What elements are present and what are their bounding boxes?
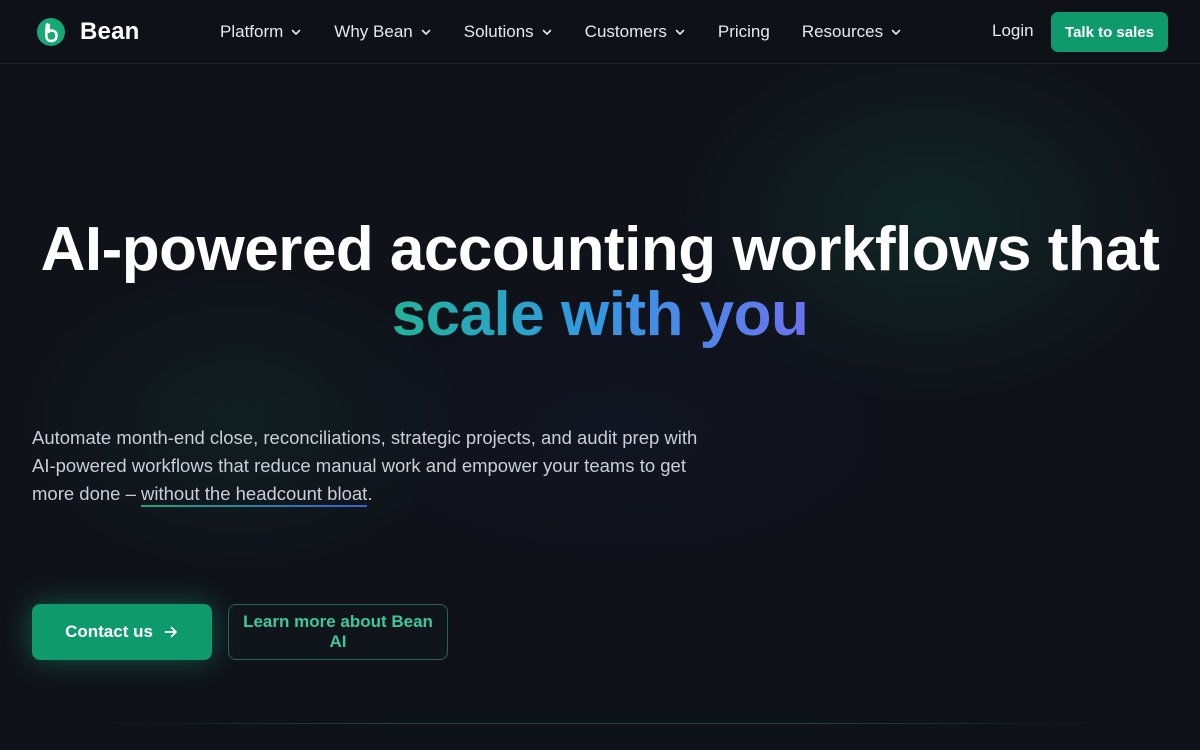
- nav-item-resources[interactable]: Resources: [802, 22, 902, 42]
- nav-item-label: Pricing: [717, 22, 770, 41]
- contact-us-label: Contact us: [65, 622, 153, 641]
- nav-item-label: Solutions: [463, 22, 534, 41]
- login-link[interactable]: Login: [992, 21, 1034, 41]
- nav-item-customers[interactable]: Customers: [585, 22, 686, 42]
- nav-item-label: Resources: [801, 22, 884, 41]
- nav-item-solutions[interactable]: Solutions: [464, 22, 553, 42]
- chevron-down-icon: [675, 29, 685, 35]
- logo-text: Bean: [80, 18, 140, 45]
- main-nav: Platform Why Bean Solutions Customers Pr…: [220, 0, 934, 64]
- hero-subcopy: Automate month-end close, reconciliation…: [32, 424, 712, 508]
- chevron-down-icon: [891, 29, 901, 35]
- arrow-right-icon: [164, 626, 177, 638]
- section-divider: [90, 723, 1110, 724]
- subcopy-end: .: [367, 483, 373, 504]
- chevron-down-icon: [542, 29, 551, 35]
- chevron-down-icon: [421, 29, 431, 35]
- bean-logo-icon: [37, 18, 65, 46]
- nav-item-label: Customers: [584, 22, 667, 41]
- page: Bean Platform Why Bean Solutions Custome…: [0, 0, 1200, 750]
- chevron-down-icon: [291, 29, 301, 35]
- nav-item-why-bean[interactable]: Why Bean: [334, 22, 431, 42]
- learn-more-bean-ai-button[interactable]: Learn more about Bean AI: [228, 604, 448, 660]
- logo[interactable]: Bean: [36, 16, 140, 48]
- nav-item-pricing[interactable]: Pricing: [718, 22, 770, 42]
- contact-us-button[interactable]: Contact us: [32, 604, 212, 660]
- hero-headline: AI-powered accounting workflows that: [40, 215, 1160, 284]
- site-header: Bean Platform Why Bean Solutions Custome…: [0, 0, 1200, 64]
- headline-accent-text: scale with you: [391, 280, 809, 349]
- nav-item-label: Platform: [220, 22, 284, 41]
- nav-item-platform[interactable]: Platform: [220, 22, 302, 42]
- headcount-bloat-link[interactable]: without the headcount bloat: [141, 483, 368, 507]
- nav-item-label: Why Bean: [334, 22, 413, 41]
- talk-to-sales-button[interactable]: Talk to sales: [1051, 12, 1168, 52]
- hero-headline-accent: scale with you: [0, 282, 1200, 348]
